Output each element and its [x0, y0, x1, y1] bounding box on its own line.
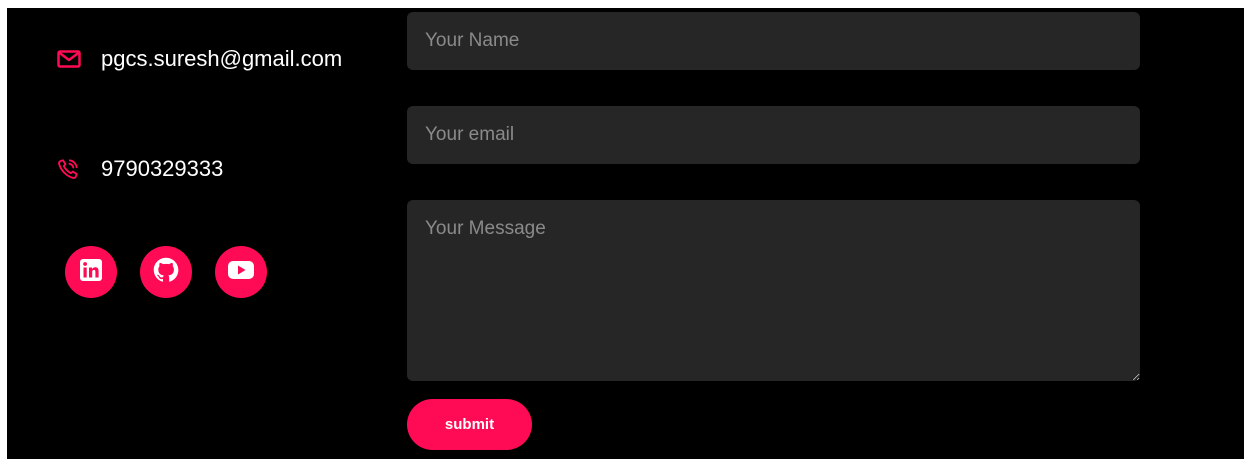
phone-number: 9790329333 [101, 156, 224, 181]
email-input[interactable] [407, 106, 1140, 164]
email-contact: pgcs.suresh@gmail.com [57, 46, 342, 72]
youtube-link[interactable] [215, 246, 267, 298]
youtube-icon [227, 259, 255, 286]
phone-call-icon [57, 158, 83, 180]
submit-button[interactable]: submit [407, 399, 532, 450]
name-input[interactable] [407, 12, 1140, 70]
linkedin-icon [79, 258, 103, 287]
social-links [65, 246, 267, 298]
contact-section: pgcs.suresh@gmail.com 9790329333 Your Na… [7, 8, 1244, 459]
phone-contact: 9790329333 [57, 156, 223, 182]
message-textarea[interactable] [407, 200, 1140, 381]
github-icon [152, 256, 180, 289]
linkedin-link[interactable] [65, 246, 117, 298]
email-address: pgcs.suresh@gmail.com [101, 46, 343, 71]
mail-icon [57, 48, 83, 70]
github-link[interactable] [140, 246, 192, 298]
